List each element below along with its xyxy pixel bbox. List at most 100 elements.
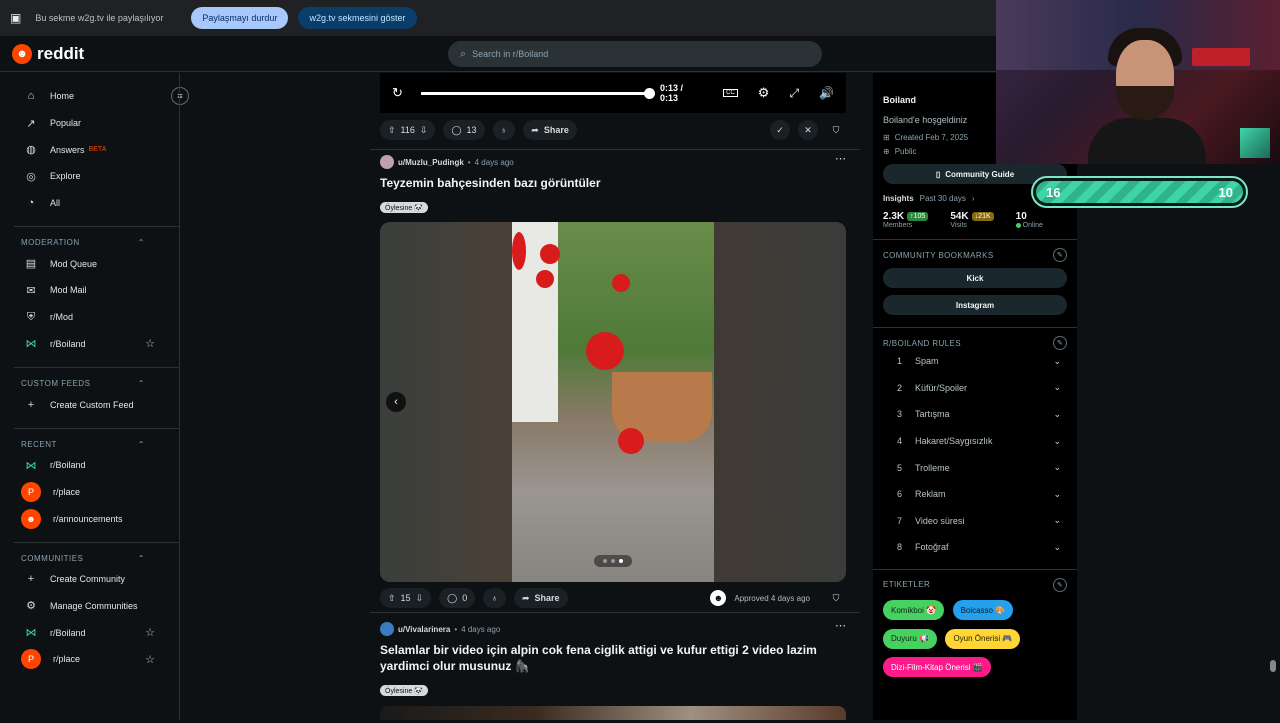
nav-answers[interactable]: ◍ Answers BETA [14, 136, 179, 163]
captions-icon[interactable]: CC [723, 89, 738, 97]
downvote-icon[interactable]: ⇩ [416, 593, 424, 604]
post-author[interactable]: u/Muzlu_Pudingk [398, 158, 464, 167]
award-icon: ♁ [500, 125, 508, 135]
bookmark-instagram-button[interactable]: Instagram [883, 295, 1067, 315]
tag-oyun-onerisi[interactable]: Oyun Önerisi 🎮 [945, 628, 1021, 649]
webcam-logo [1240, 128, 1270, 158]
award-button[interactable]: ♁ [492, 120, 516, 140]
nav-r-boiland[interactable]: ⋈ r/Boiland ☆ [14, 331, 179, 358]
video-progress-knob[interactable] [644, 87, 655, 99]
user-avatar[interactable] [380, 622, 394, 636]
fullscreen-icon[interactable]: ⤢ [789, 86, 799, 101]
show-tab-button[interactable]: w2g.tv sekmesini göster [298, 7, 417, 29]
post-author[interactable]: u/Vivalarinera [398, 625, 450, 634]
rule-number: 8 [897, 542, 903, 553]
recent-section-header[interactable]: RECENT ⌃ [14, 427, 179, 452]
created-text: Created Feb 7, 2025 [894, 133, 969, 142]
post-media-preview[interactable] [380, 706, 846, 720]
create-custom-feed-button[interactable]: + Create Custom Feed [14, 391, 179, 418]
recent-r-announcements[interactable]: ☻ r/announcements [14, 505, 179, 532]
remove-icon[interactable]: ✕ [798, 120, 818, 140]
post-options-icon[interactable]: ⋯ [835, 152, 846, 165]
section-title: COMMUNITIES [21, 553, 84, 563]
vote-buttons[interactable]: ⇧ 15 ⇩ [380, 588, 432, 608]
tag-boicasso[interactable]: Boicasso 🎨 [952, 600, 1014, 621]
upvote-icon[interactable]: ⇧ [388, 125, 396, 136]
post-card[interactable]: u/Vivalarinera • 4 days ago ⋯ Selamlar b… [370, 613, 860, 723]
share-button[interactable]: ➦ Share [513, 588, 568, 608]
recent-r-place[interactable]: Pr/place [14, 479, 179, 506]
page-scrollbar[interactable] [1270, 660, 1276, 672]
rule-item[interactable]: 5 Trolleme ⌄ [883, 454, 1067, 481]
search-input[interactable]: ⌕ Search in r/Boiland [448, 41, 822, 67]
nav-popular[interactable]: ↗ Popular [14, 110, 179, 137]
community-r-place[interactable]: Pr/place ☆ [14, 646, 179, 673]
tag-duyuru[interactable]: Duyuru 📢 [883, 628, 937, 649]
post-flair[interactable]: Öylesine 🐼 [380, 202, 428, 213]
tag-komikboi[interactable]: Komikboi 🤡 [883, 600, 945, 621]
reddit-logo[interactable]: ☻ reddit [12, 43, 84, 64]
pencil-icon[interactable]: ✎ [1053, 577, 1067, 592]
section-title: R/BOILAND RULES [883, 338, 962, 348]
comments-button[interactable]: ◯ 0 [439, 588, 476, 608]
share-tab-icon: ▣ [10, 11, 22, 25]
upvote-icon[interactable]: ⇧ [388, 593, 396, 604]
post-title[interactable]: Selamlar bir video için alpin cok fena c… [380, 642, 820, 674]
rule-item[interactable]: 3 Tartışma ⌄ [883, 401, 1067, 428]
downvote-icon[interactable]: ⇩ [420, 125, 428, 136]
comment-icon: ◯ [447, 592, 458, 603]
pencil-icon[interactable]: ✎ [1053, 248, 1067, 262]
star-icon[interactable]: ☆ [145, 626, 155, 639]
post-title[interactable]: Teyzemin bahçesinden bazı görüntüler [380, 175, 600, 191]
rule-item[interactable]: 7 Video süresi ⌄ [883, 508, 1067, 535]
comments-button[interactable]: ◯ 13 [443, 120, 485, 140]
gallery-dot[interactable] [619, 559, 623, 563]
nav-mod-queue[interactable]: ▤ Mod Queue [14, 250, 179, 277]
gallery-dot[interactable] [603, 559, 607, 563]
rule-number: 4 [897, 436, 903, 447]
recent-r-boiland[interactable]: ⋈ r/Boiland [14, 452, 179, 479]
nav-r-mod[interactable]: ⛨ r/Mod [14, 304, 179, 331]
nav-explore[interactable]: ◎ Explore [14, 163, 179, 190]
community-r-boiland[interactable]: ⋈ r/Boiland ☆ [14, 619, 179, 646]
gallery-dot[interactable] [611, 559, 615, 563]
approve-icon[interactable]: ✓ [770, 120, 790, 140]
chevron-down-icon: ⌄ [1053, 355, 1061, 366]
user-avatar[interactable] [380, 155, 394, 169]
nav-home[interactable]: ⌂ Home [14, 83, 179, 110]
award-button[interactable]: ♁ [483, 588, 506, 608]
post-options-icon[interactable]: ⋯ [835, 619, 846, 632]
settings-icon[interactable]: ⚙ [758, 85, 770, 101]
rule-item[interactable]: 2 Küfür/Spoiler ⌄ [883, 375, 1067, 402]
rule-item[interactable]: 8 Fotoğraf ⌄ [883, 534, 1067, 561]
post-card[interactable]: u/Muzlu_Pudingk • 4 days ago ⋯ Teyzemin … [370, 150, 860, 685]
volume-icon[interactable]: 🔊 [819, 86, 834, 100]
stop-sharing-button[interactable]: Paylaşmayı durdur [191, 7, 289, 29]
communities-section-header[interactable]: COMMUNITIES ⌃ [14, 541, 179, 566]
post-flair[interactable]: Öylesine 🐼 [380, 685, 428, 696]
custom-feeds-section-header[interactable]: CUSTOM FEEDS ⌃ [14, 367, 179, 391]
share-button[interactable]: ➦ Share [523, 120, 577, 140]
video-progress-slider[interactable] [420, 87, 655, 99]
rule-item[interactable]: 4 Hakaret/Saygısızlık ⌄ [883, 428, 1067, 455]
post-gallery[interactable]: ‹ [380, 222, 846, 582]
manage-communities-button[interactable]: ⚙ Manage Communities [14, 593, 179, 620]
gallery-prev-button[interactable]: ‹ [386, 392, 406, 412]
bookmark-kick-button[interactable]: Kick [883, 268, 1067, 288]
create-community-button[interactable]: + Create Community [14, 566, 179, 593]
vote-buttons[interactable]: ⇧ 116 ⇩ [380, 120, 436, 140]
stat-online: 10 Online [1015, 211, 1043, 229]
replay-icon[interactable]: ↻ [392, 85, 403, 101]
tag-dizi-film-kitap[interactable]: Dizi-Film-Kitap Önerisi 🎬 [883, 657, 991, 678]
nav-mod-mail[interactable]: ✉ Mod Mail [14, 277, 179, 304]
nav-all[interactable]: ◔ All [14, 190, 179, 217]
mod-shield-icon[interactable]: ⛉ [826, 125, 846, 136]
rule-item[interactable]: 6 Reklam ⌄ [883, 481, 1067, 508]
moderation-section-header[interactable]: MODERATION ⌃ [14, 226, 179, 250]
image-flower [618, 428, 644, 454]
star-icon[interactable]: ☆ [145, 337, 155, 350]
mod-shield-icon[interactable]: ⛉ [826, 593, 846, 604]
star-icon[interactable]: ☆ [145, 653, 155, 666]
rule-item[interactable]: 1 Spam ⌄ [883, 348, 1067, 375]
insights-period: Past 30 days [919, 194, 966, 203]
